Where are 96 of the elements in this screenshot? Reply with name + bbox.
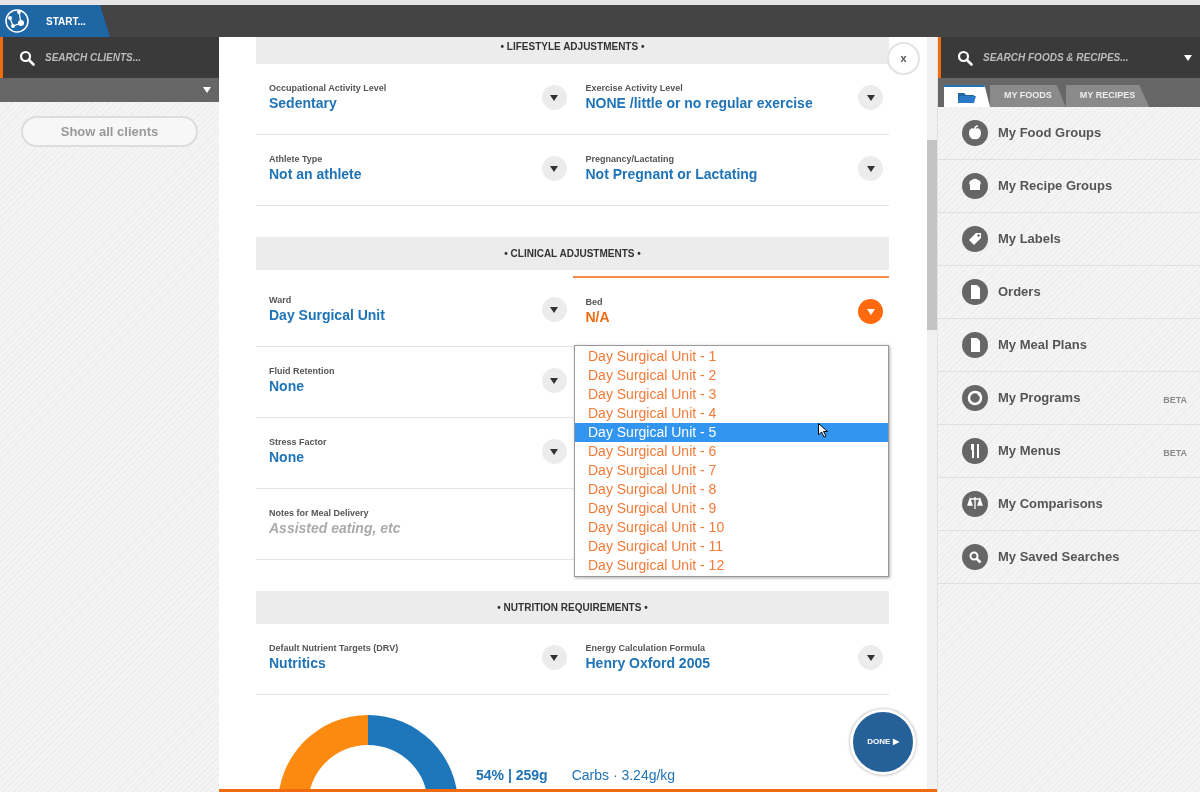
select-value[interactable]: Nutritics (269, 654, 568, 672)
select-value[interactable]: NONE /little or no regular exercise (585, 94, 884, 112)
field-label: Stress Factor (269, 437, 328, 448)
folder-icon (958, 91, 976, 103)
folder-tab[interactable] (944, 85, 990, 107)
library-item[interactable]: My Saved Searches (938, 531, 1200, 584)
caret-icon (866, 654, 875, 661)
dropdown-button[interactable] (541, 85, 567, 110)
close-button[interactable]: x (887, 42, 920, 75)
dropdown-button[interactable] (541, 439, 567, 464)
item-icon (962, 385, 988, 411)
library-item[interactable]: My Comparisons (938, 478, 1200, 531)
dropdown-option[interactable]: Day Surgical Unit - 9 (575, 499, 888, 518)
field-label: Fluid Retention (269, 366, 336, 377)
search-input[interactable]: SEARCH FOODS & RECIPES... (981, 49, 1176, 66)
search-field[interactable]: SEARCH FOODS & RECIPES... (938, 37, 1200, 78)
dropdown-option[interactable]: Day Surgical Unit - 12 (575, 556, 888, 575)
cursor-icon (818, 423, 828, 438)
caret-icon (550, 94, 558, 101)
caret-icon (866, 165, 875, 172)
field-label: Notes for Meal Delivery (269, 508, 370, 519)
start-label[interactable]: START... (46, 13, 86, 29)
caret-icon (203, 87, 211, 93)
dropdown-option[interactable]: Day Surgical Unit - 2 (575, 366, 888, 385)
library-tab[interactable]: MY RECIPES (1065, 85, 1150, 107)
dropdown-option[interactable]: Day Surgical Unit - 10 (575, 518, 888, 537)
dropdown-option[interactable]: Day Surgical Unit - 6 (575, 442, 888, 461)
item-icon (962, 544, 988, 570)
beta-label: BETA (1163, 447, 1187, 461)
item-icon (962, 226, 988, 252)
section-header: • NUTRITION REQUIREMENTS • (256, 591, 889, 624)
library-tab[interactable]: MY FOODS (990, 85, 1066, 107)
select-value[interactable]: Day Surgical Unit (269, 306, 568, 324)
beta-label: BETA (1163, 394, 1187, 408)
item-icon (962, 332, 988, 358)
section-header: • LIFESTYLE ADJUSTMENTS • (256, 37, 889, 64)
carbs-share: 54% | 259g (476, 766, 548, 785)
search-input[interactable]: SEARCH CLIENTS... (43, 49, 219, 66)
dropdown-button[interactable] (541, 297, 567, 322)
select-value[interactable]: Not Pregnant or Lactating (585, 165, 884, 183)
caret-icon (550, 448, 558, 455)
select-value[interactable]: None (269, 377, 568, 395)
dropdown-button[interactable] (541, 156, 567, 181)
caret-icon (550, 165, 558, 172)
dropdown-option[interactable]: Day Surgical Unit - 3 (575, 385, 888, 404)
field-label: Energy Calculation Formula (585, 643, 707, 654)
item-icon (962, 120, 988, 146)
search-icon (19, 49, 35, 66)
select-value[interactable]: N/A (585, 308, 884, 326)
caret-icon (550, 306, 558, 313)
dropdown-button[interactable] (541, 368, 567, 393)
library-item[interactable]: My Menus BETA (938, 425, 1200, 478)
library-item[interactable]: My Food Groups (938, 107, 1200, 160)
library-item[interactable]: Orders (938, 266, 1200, 319)
select-value[interactable]: None (269, 448, 568, 466)
item-icon (962, 438, 988, 464)
select-value[interactable]: Sedentary (269, 94, 568, 112)
field-label: Occupational Activity Level (269, 83, 388, 94)
select-value[interactable]: Henry Oxford 2005 (585, 654, 884, 672)
show-all-clients-button[interactable]: Show all clients (21, 116, 198, 147)
item-icon (962, 491, 988, 517)
logo-icon (4, 8, 30, 34)
field-label: Athlete Type (269, 154, 324, 165)
field-label: Pregnancy/Lactating (585, 154, 676, 165)
dropdown-option[interactable]: Day Surgical Unit - 7 (575, 461, 888, 480)
dropdown-button[interactable] (858, 645, 883, 670)
dropdown-option[interactable]: Day Surgical Unit - 11 (575, 537, 888, 556)
dropdown-button[interactable] (541, 645, 567, 670)
field-label: Bed (585, 297, 604, 308)
item-icon (962, 173, 988, 199)
search-icon (957, 49, 973, 66)
section-header: • CLINICAL ADJUSTMENTS • (256, 237, 889, 270)
field-label: Exercise Activity Level (585, 83, 684, 94)
field-label: Default Nutrient Targets (DRV) (269, 643, 400, 654)
caret-icon (866, 308, 875, 315)
caret-icon (550, 377, 558, 384)
caret-icon (550, 654, 558, 661)
dropdown-button[interactable] (858, 85, 883, 110)
select-value[interactable]: Not an athlete (269, 165, 568, 183)
library-item[interactable]: My Labels (938, 213, 1200, 266)
dropdown-button[interactable] (858, 156, 883, 181)
dropdown-option[interactable]: Day Surgical Unit - 4 (575, 404, 888, 423)
library-item[interactable]: My Programs BETA (938, 372, 1200, 425)
done-button[interactable]: DONE ▶ (850, 709, 916, 775)
search-field[interactable]: SEARCH CLIENTS... (0, 37, 219, 78)
field-label: Ward (269, 295, 293, 306)
library-item[interactable]: My Meal Plans (938, 319, 1200, 372)
dropdown-option[interactable]: Day Surgical Unit - 1 (575, 347, 888, 366)
scrollbar[interactable] (927, 37, 937, 792)
caret-icon (866, 94, 875, 101)
item-icon (962, 279, 988, 305)
dropdown-option[interactable]: Day Surgical Unit - 8 (575, 480, 888, 499)
caret-icon (1184, 54, 1192, 61)
library-item[interactable]: My Recipe Groups (938, 160, 1200, 213)
dropdown-option[interactable]: Day Surgical Unit - 5 (575, 423, 888, 442)
carbs-description: Carbs · 3.24g/kg (571, 766, 676, 785)
